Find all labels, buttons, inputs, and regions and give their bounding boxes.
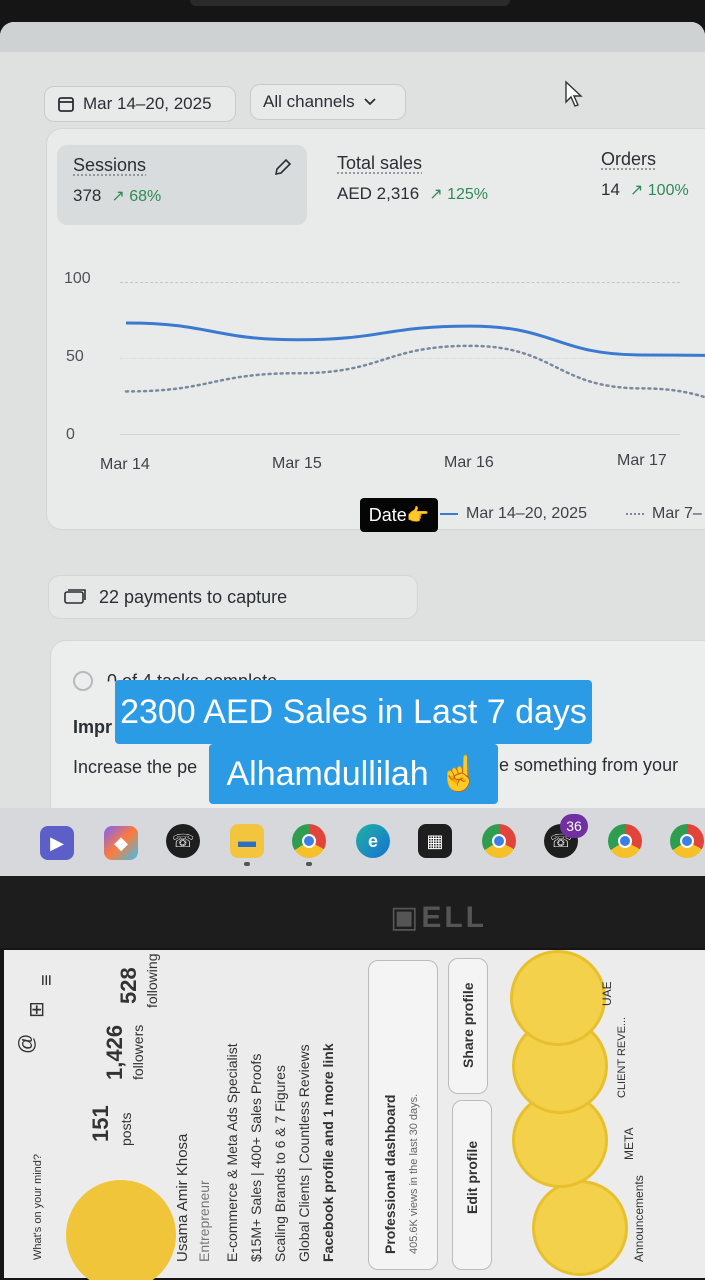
tasks-heading: Impr [73, 717, 113, 737]
highlight-label: Announcements [632, 1175, 646, 1262]
cash-icon [64, 589, 86, 604]
active-indicator [306, 862, 312, 866]
profile-name: Usama Amir Khosa [174, 1133, 191, 1262]
caption-line-2: Alhamdullilah ☝️ [209, 744, 498, 804]
dashboard-title: Professional dashboard [382, 1094, 398, 1254]
bio-line-3: Scaling Brands to 6 & 7 Figures [272, 1065, 288, 1262]
highlight-label: META [622, 1127, 636, 1160]
photo-stage: Mar 14–20, 2025 All channels Sessions 37… [0, 0, 705, 1280]
legend-current: Mar 14–20, 2025 [440, 505, 587, 523]
professional-dashboard-panel[interactable] [368, 960, 438, 1270]
bio-line-1: E-commerce & Meta Ads Specialist [224, 1043, 240, 1262]
notification-badge: 36 [560, 814, 588, 838]
highlight-announcements[interactable] [532, 1180, 628, 1276]
following-count[interactable]: 528 [116, 967, 142, 1004]
bio-link[interactable]: Facebook profile and 1 more link [320, 1043, 336, 1262]
add-post-icon[interactable]: ⊞ [24, 1001, 49, 1018]
menu-icon[interactable]: ≡ [36, 974, 59, 986]
whatsapp-icon[interactable]: ☏ [166, 824, 200, 858]
highlight-uae[interactable] [510, 950, 606, 1046]
chrome-profile-icon[interactable] [482, 824, 516, 858]
following-label: following [144, 953, 160, 1008]
sessions-line-chart [124, 321, 705, 399]
share-profile-label: Share profile [460, 982, 476, 1068]
chrome-center-icon [618, 834, 632, 848]
profile-category: Entrepreneur [196, 1180, 212, 1262]
tasks-body-right: e something from your [499, 755, 679, 775]
bio-line-2: $15M+ Sales | 400+ Sales Proofs [248, 1053, 264, 1262]
legend-current-label: Mar 14–20, 2025 [466, 505, 587, 522]
avatar[interactable] [66, 1180, 176, 1280]
tasks-body-left: Increase the pe [73, 757, 198, 777]
chrome-center-icon [680, 834, 694, 848]
followers-count[interactable]: 1,426 [102, 1025, 128, 1080]
posts-label: posts [118, 1112, 134, 1146]
payments-text: 22 payments to capture [99, 586, 288, 607]
edit-profile-label: Edit profile [464, 1140, 480, 1214]
highlight-label: UAE [600, 981, 614, 1006]
video-app-icon[interactable]: ▶ [40, 826, 74, 860]
chrome-3-icon[interactable] [608, 824, 642, 858]
active-indicator [244, 862, 250, 866]
legend-previous-label: Mar 7– [652, 505, 702, 522]
copilot-icon[interactable]: ◆ [104, 826, 138, 860]
thought-bubble[interactable]: What's on your mind? [32, 1154, 44, 1260]
date-annotation-badge: Date👉 [360, 498, 438, 532]
threads-icon[interactable]: @ [16, 1034, 39, 1054]
legend-previous: Mar 7– [626, 505, 702, 523]
followers-label: followers [130, 1024, 146, 1080]
posts-count: 151 [88, 1105, 113, 1142]
task-progress-circle [73, 671, 93, 691]
microsoft-store-icon[interactable]: ▦ [418, 824, 452, 858]
legend-dotted-swatch [626, 513, 644, 515]
edge-icon[interactable]: e [356, 824, 390, 858]
dashboard-subtitle: 405.6K views in the last 30 days. [408, 1093, 420, 1254]
file-explorer-icon[interactable]: ▬ [230, 824, 264, 858]
chrome-center-icon [492, 834, 506, 848]
payments-to-capture-banner[interactable]: 22 payments to capture [48, 575, 418, 619]
caption-line-1: 2300 AED Sales in Last 7 days [115, 680, 592, 744]
legend-solid-swatch [440, 513, 458, 515]
monitor-bezel [0, 876, 705, 948]
highlight-label: CLIENT REVE... [616, 1016, 628, 1098]
chrome-center-icon [302, 834, 316, 848]
bio-line-4: Global Clients | Countless Reviews [296, 1044, 312, 1262]
chrome-4-icon[interactable] [670, 824, 704, 858]
series-line-1 [124, 344, 705, 399]
dell-logo-icon: ▣ELL [390, 901, 488, 934]
chrome-icon[interactable] [292, 824, 326, 858]
